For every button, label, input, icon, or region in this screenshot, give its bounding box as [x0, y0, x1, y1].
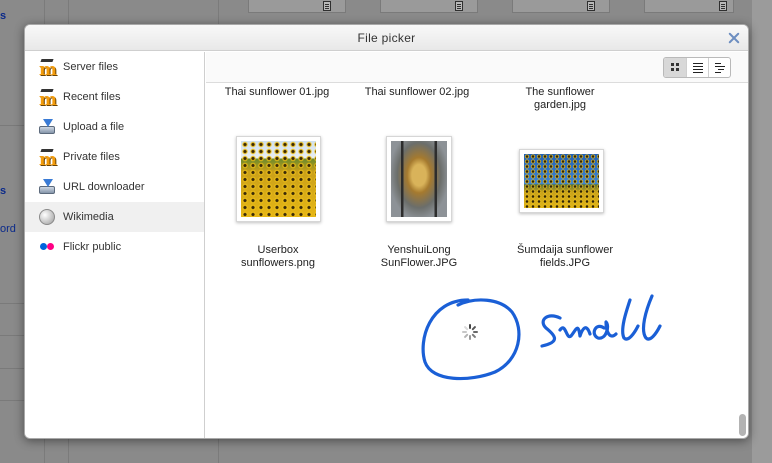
dialog-title: File picker: [357, 31, 416, 45]
background-link: ord: [0, 223, 16, 235]
upload-icon: [39, 119, 55, 135]
background-divider: [0, 125, 24, 126]
background-divider: [0, 303, 24, 304]
download-icon: [39, 179, 55, 195]
file-grid: Thai sunflower 01.jpg Thai sunflower 02.…: [206, 84, 748, 438]
tree-view-button[interactable]: [708, 58, 730, 77]
sunflower-fields-image: [524, 154, 599, 208]
close-icon[interactable]: [726, 30, 742, 46]
sidebar-item-label: Recent files: [63, 91, 121, 103]
file-name: Thai sunflower 02.jpg: [364, 86, 470, 98]
file-name: Thai sunflower 01.jpg: [224, 86, 330, 98]
file-thumbnail[interactable]: [519, 149, 604, 213]
background-divider: [0, 335, 24, 336]
file-tile[interactable]: Thai sunflower 01.jpg: [217, 86, 337, 99]
moodle-icon: [39, 55, 57, 85]
document-icon: [587, 1, 595, 11]
icon-view-button[interactable]: [664, 58, 686, 77]
file-thumbnail[interactable]: [386, 136, 452, 222]
background-divider: [0, 400, 24, 401]
background-cell: [380, 0, 478, 13]
sidebar-item-label: URL downloader: [63, 181, 145, 193]
sidebar-item-flickr-public[interactable]: Flickr public: [25, 232, 204, 262]
wikimedia-globe-icon: [39, 209, 55, 225]
file-name: Šumdaija sunflower fields.JPG: [517, 244, 613, 269]
file-tile[interactable]: YenshuiLong SunFlower.JPG: [359, 244, 479, 270]
background-cell: [248, 0, 346, 13]
sidebar-item-private-files[interactable]: Private files: [25, 142, 204, 175]
background-link: s: [0, 185, 7, 197]
view-mode-toggle: [663, 57, 731, 78]
background-cell: [644, 0, 734, 13]
background-cell: [512, 0, 610, 13]
sidebar-item-upload-a-file[interactable]: Upload a file: [25, 112, 204, 142]
dialog-titlebar[interactable]: File picker: [25, 25, 748, 51]
sidebar-item-wikimedia[interactable]: Wikimedia: [25, 202, 204, 232]
flickr-icon: [39, 239, 55, 255]
file-name: YenshuiLong SunFlower.JPG: [380, 244, 458, 269]
sidebar-item-label: Flickr public: [63, 241, 122, 253]
loading-spinner: [462, 324, 478, 340]
document-icon: [323, 1, 331, 11]
scrollbar-thumb[interactable]: [739, 414, 746, 436]
repository-sidebar: Server files Recent files Upload a file …: [25, 52, 205, 438]
file-name: The sunflower garden.jpg: [525, 86, 595, 111]
background-link: s: [0, 10, 7, 22]
sidebar-item-server-files[interactable]: Server files: [25, 52, 204, 85]
sidebar-item-label: Private files: [63, 151, 120, 163]
sidebar-item-label: Upload a file: [63, 121, 125, 133]
file-picker-dialog: File picker Server files Recent files Up…: [24, 24, 749, 439]
file-toolbar: [206, 52, 748, 83]
document-icon: [719, 1, 727, 11]
sidebar-item-url-downloader[interactable]: URL downloader: [25, 172, 204, 202]
list-view-button[interactable]: [686, 58, 708, 77]
file-tile[interactable]: Šumdaija sunflower fields.JPG: [505, 244, 625, 270]
file-area-scrollbar[interactable]: [734, 84, 748, 438]
moodle-icon: [39, 145, 57, 175]
file-tile[interactable]: Userbox sunflowers.png: [218, 244, 338, 270]
file-name: Userbox sunflowers.png: [241, 244, 315, 269]
sidebar-item-recent-files[interactable]: Recent files: [25, 82, 204, 115]
moodle-icon: [39, 85, 57, 115]
background-scrollbar: [752, 0, 772, 463]
document-icon: [455, 1, 463, 11]
sunflower-field-image: [241, 141, 316, 217]
file-tile[interactable]: The sunflower garden.jpg: [500, 86, 620, 112]
file-thumbnail[interactable]: [236, 136, 321, 222]
file-browser-content: Thai sunflower 01.jpg Thai sunflower 02.…: [206, 52, 748, 438]
sidebar-item-label: Wikimedia: [63, 211, 114, 223]
background-divider: [0, 368, 24, 369]
sunflower-mosaic-image: [391, 141, 447, 217]
sidebar-item-label: Server files: [63, 61, 119, 73]
file-tile[interactable]: Thai sunflower 02.jpg: [357, 86, 477, 99]
